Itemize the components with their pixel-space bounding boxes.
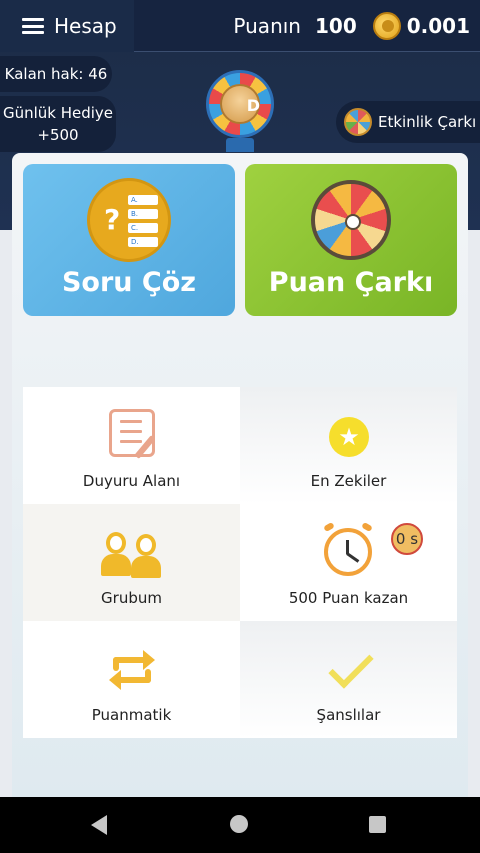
checkmark-icon	[328, 643, 374, 689]
repeat-arrows-icon	[109, 647, 155, 691]
doge-face-icon	[220, 84, 260, 124]
point-wheel-title: Puan Çarkı	[268, 267, 434, 298]
solve-question-title: Soru Çöz	[61, 267, 196, 298]
daily-gift-amount: +500	[37, 126, 79, 144]
score-value: 100	[314, 14, 357, 38]
lucky-ones-label: Şanslılar	[316, 706, 381, 724]
top-bar: Hesap Puanın 100 0.001	[0, 0, 480, 52]
score-label: Puanın	[233, 14, 301, 38]
star-icon: ★	[329, 417, 369, 457]
account-menu-button[interactable]: Hesap	[0, 0, 134, 52]
lucky-ones-tile[interactable]: Şanslılar	[240, 621, 457, 738]
prize-wheel-icon	[311, 180, 391, 260]
android-nav-bar	[0, 797, 480, 853]
quiz-option-letter: A.	[128, 195, 158, 205]
notepad-icon	[109, 409, 156, 459]
daily-gift-label: Günlük Hediye	[2, 104, 114, 122]
pointmatic-label: Puanmatik	[91, 706, 172, 724]
group-tile[interactable]: Grubum	[23, 504, 240, 621]
account-menu-label: Hesap	[54, 14, 117, 38]
score-area: Puanın 100 0.001	[233, 0, 470, 52]
group-label: Grubum	[101, 589, 162, 607]
hamburger-icon	[22, 18, 44, 34]
solve-question-card[interactable]: ? A. B. C. D. Soru Çöz	[23, 164, 235, 316]
logo-stand	[226, 138, 254, 152]
quiz-option-letter: B.	[128, 209, 158, 219]
remaining-rights-badge: Kalan hak: 46	[0, 56, 112, 92]
coin-value: 0.001	[406, 14, 470, 38]
quiz-icon: ? A. B. C. D.	[87, 178, 171, 262]
wheel-icon	[344, 108, 372, 136]
daily-gift-button[interactable]: Günlük Hediye +500	[0, 96, 116, 152]
announcements-label: Duyuru Alanı	[82, 472, 181, 490]
point-wheel-card[interactable]: Puan Çarkı	[245, 164, 457, 316]
pointmatic-tile[interactable]: Puanmatik	[23, 621, 240, 738]
alarm-clock-icon	[324, 528, 372, 576]
earn-500-points-tile[interactable]: 0 s 500 Puan kazan	[240, 504, 457, 621]
doge-wheel-logo-icon	[206, 70, 274, 138]
people-icon	[101, 532, 163, 578]
top-smart-label: En Zekiler	[310, 472, 387, 490]
announcements-tile[interactable]: Duyuru Alanı	[23, 387, 240, 504]
dogecoin-icon	[372, 12, 401, 40]
event-wheel-label: Etkinlik Çarkı	[378, 113, 477, 131]
timer-badge: 0 s	[391, 523, 423, 555]
quiz-option-letter: D.	[128, 237, 158, 247]
event-wheel-button[interactable]: Etkinlik Çarkı	[336, 101, 480, 143]
back-icon[interactable]	[91, 815, 107, 835]
recent-apps-icon[interactable]	[369, 816, 386, 833]
quiz-option-letter: C.	[128, 223, 158, 233]
top-smart-tile[interactable]: ★ En Zekiler	[240, 387, 457, 504]
earn-500-points-label: 500 Puan kazan	[288, 589, 409, 607]
home-icon[interactable]	[230, 815, 248, 833]
